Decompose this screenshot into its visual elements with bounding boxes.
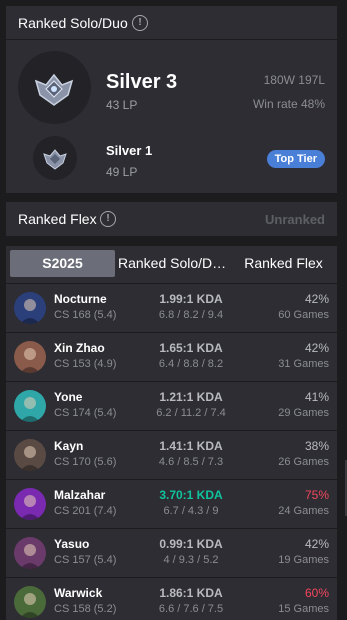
tab-s2025[interactable]: S2025 [10, 250, 115, 277]
champion-games: 24 Games [278, 505, 329, 517]
champion-portrait-icon [14, 488, 46, 520]
champion-portrait-icon [14, 537, 46, 569]
champion-row[interactable]: Yasuo CS 157 (5.4) 0.99:1 KDA 4 / 9.3 / 5.2… [6, 528, 337, 577]
current-lp: 43 LP [106, 98, 138, 112]
champion-kda-detail: 4 / 9.3 / 5.2 [163, 554, 219, 566]
champion-portrait-icon [14, 439, 46, 471]
champion-row[interactable]: Malzahar CS 201 (7.4) 3.70:1 KDA 6.7 / 4.3 … [6, 479, 337, 528]
current-tier: Silver 3 [106, 71, 178, 93]
champion-win-rate: 38% [304, 439, 329, 453]
peak-lp: 49 LP [106, 165, 138, 179]
champion-games: 19 Games [278, 554, 329, 566]
champion-cs: CS 158 (5.2) [54, 603, 117, 615]
champion-win-rate: 42% [304, 292, 329, 306]
champion-name: Yone [54, 390, 83, 404]
champion-kda-detail: 6.4 / 8.8 / 8.2 [158, 358, 224, 370]
champion-kda-detail: 4.6 / 8.5 / 7.3 [158, 456, 224, 468]
card-header: Ranked Solo/Duo ! [6, 6, 337, 40]
champion-row[interactable]: Warwick CS 158 (5.2) 1.86:1 KDA 6.6 / 7.6 /… [6, 577, 337, 620]
champion-name: Xin Zhao [54, 341, 105, 355]
tab-ranked-flex[interactable]: Ranked Flex [236, 250, 331, 277]
top-tier-badge: Top Tier [266, 150, 325, 168]
champion-kda: 0.99:1 KDA [159, 537, 223, 551]
info-icon[interactable]: ! [132, 15, 148, 31]
champion-name: Yasuo [54, 537, 90, 551]
champion-games: 29 Games [278, 407, 329, 419]
champion-cs: CS 153 (4.9) [54, 358, 117, 370]
champion-row[interactable]: Nocturne CS 168 (5.4) 1.99:1 KDA 6.8 / 8.2 … [6, 283, 337, 332]
season-tabs: S2025 Ranked Solo/D… Ranked Flex [6, 246, 337, 283]
tab-ranked-solo[interactable]: Ranked Solo/D… [118, 250, 226, 277]
silver-emblem-icon [18, 51, 91, 124]
champion-kda-detail: 6.8 / 8.2 / 9.4 [158, 309, 224, 321]
champion-portrait-icon [14, 586, 46, 618]
champion-win-rate: 60% [304, 586, 329, 600]
info-icon[interactable]: ! [100, 211, 116, 227]
champion-kda-detail: 6.7 / 4.3 / 9 [163, 505, 219, 517]
champion-cs: CS 170 (5.6) [54, 456, 117, 468]
champion-win-rate: 42% [304, 341, 329, 355]
champion-cs: CS 174 (5.4) [54, 407, 117, 419]
champion-name: Warwick [54, 586, 103, 600]
champion-name: Nocturne [54, 292, 107, 306]
champion-row[interactable]: Xin Zhao CS 153 (4.9) 1.65:1 KDA 6.4 / 8.8 … [6, 332, 337, 381]
ranked-solo-card: Ranked Solo/Duo ! Silver 3 43 LP 180W 19… [6, 6, 337, 193]
ranked-flex-card: Ranked Flex ! Unranked [6, 202, 337, 236]
champion-cs: CS 201 (7.4) [54, 505, 117, 517]
champion-kda-detail: 6.2 / 11.2 / 7.4 [156, 407, 226, 419]
champion-games: 26 Games [278, 456, 329, 468]
peak-tier: Silver 1 [106, 143, 153, 158]
champion-portrait-icon [14, 341, 46, 373]
champion-win-rate: 41% [304, 390, 329, 404]
ranked-flex-title: Ranked Flex [18, 211, 97, 227]
champion-name: Kayn [54, 439, 84, 453]
champion-stats-card: S2025 Ranked Solo/D… Ranked Flex Nocturn… [6, 246, 337, 620]
wins-losses: 180W 197L [263, 73, 325, 87]
champion-cs: CS 168 (5.4) [54, 309, 117, 321]
champion-row[interactable]: Yone CS 174 (5.4) 1.21:1 KDA 6.2 / 11.2 / 7… [6, 381, 337, 430]
ranked-solo-title: Ranked Solo/Duo [18, 15, 128, 31]
champion-kda-detail: 6.6 / 7.6 / 7.5 [158, 603, 224, 615]
champion-win-rate: 42% [304, 537, 329, 551]
champion-row[interactable]: Kayn CS 170 (5.6) 1.41:1 KDA 4.6 / 8.5 / 7.… [6, 430, 337, 479]
champion-kda: 1.99:1 KDA [159, 292, 223, 306]
champion-kda: 1.21:1 KDA [159, 390, 223, 404]
champion-games: 31 Games [278, 358, 329, 370]
champion-win-rate: 75% [304, 488, 329, 502]
champion-cs: CS 157 (5.4) [54, 554, 117, 566]
champion-games: 60 Games [278, 309, 329, 321]
champion-name: Malzahar [54, 488, 106, 502]
champion-kda: 3.70:1 KDA [159, 488, 223, 502]
flex-status: Unranked [265, 212, 325, 227]
win-rate: Win rate 48% [252, 97, 325, 111]
champion-kda: 1.86:1 KDA [159, 586, 223, 600]
champion-games: 15 Games [278, 603, 329, 615]
champion-kda: 1.65:1 KDA [159, 341, 223, 355]
champion-portrait-icon [14, 292, 46, 324]
champion-portrait-icon [14, 390, 46, 422]
champion-kda: 1.41:1 KDA [159, 439, 223, 453]
silver-emblem-small-icon [33, 136, 77, 180]
